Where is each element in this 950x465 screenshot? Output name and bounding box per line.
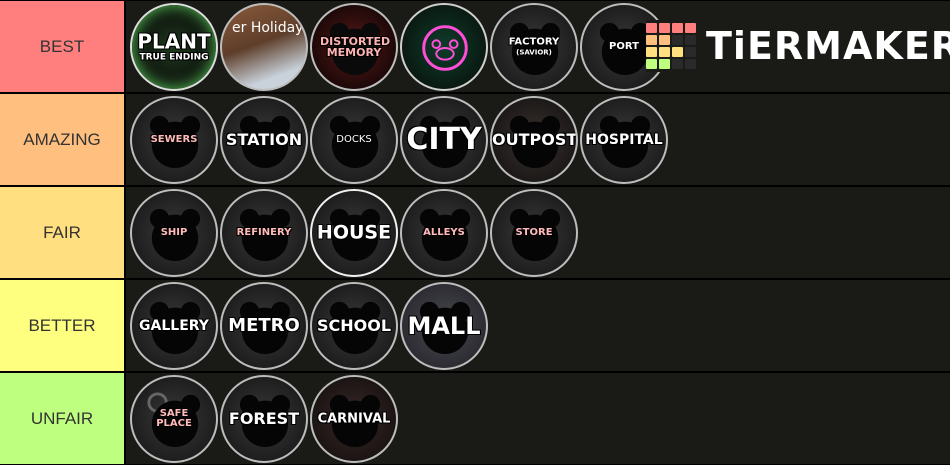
tile-safe-place-label: SAFE PLACE (156, 408, 192, 429)
tile-distorted-memory-label: DISTORTED MEMORY (320, 35, 391, 59)
tier-row-better: BETTER GALLERY METRO SCHOOL MALL (0, 280, 950, 371)
tile-carnival[interactable]: CARNIVAL (310, 375, 398, 463)
tier-row-fair: FAIR SHIP REFINERY HOUSE ALLEYS STORE (0, 187, 950, 278)
tile-sewers[interactable]: SEWERS (130, 96, 218, 184)
tile-school[interactable]: SCHOOL (310, 282, 398, 370)
tile-gallery-label: GALLERY (139, 318, 209, 334)
tile-outpost-label: OUTPOST (492, 130, 578, 149)
pig-neon-icon (422, 25, 468, 71)
tile-city[interactable]: CITY (400, 96, 488, 184)
tile-alleys[interactable]: ALLEYS (400, 189, 488, 277)
tier-items-unfair: SAFE PLACE FOREST CARNIVAL (126, 373, 950, 464)
tile-refinery-label: REFINERY (236, 227, 292, 238)
tile-holiday-label: er Holiday (232, 20, 304, 36)
tiermaker-brand: TiERMAKER (706, 24, 950, 68)
tile-factory-label: FACTORY (SAVIOR) (492, 36, 576, 57)
tier-label-unfair[interactable]: UNFAIR (0, 373, 126, 464)
tile-station[interactable]: STATION (220, 96, 308, 184)
tile-factory-sub: (SAVIOR) (516, 48, 552, 57)
tier-label-amazing[interactable]: AMAZING (0, 94, 126, 185)
tier-row-amazing: AMAZING SEWERS STATION DOCKS CITY OUTPOS… (0, 94, 950, 185)
tier-label-better[interactable]: BETTER (0, 280, 126, 371)
tiermaker-grid-icon (646, 23, 696, 69)
tile-hospital-label: HOSPITAL (585, 132, 663, 148)
tile-store[interactable]: STORE (490, 189, 578, 277)
tile-mall-label: MALL (407, 312, 481, 340)
tile-store-label: STORE (515, 227, 553, 238)
tile-factory-name: FACTORY (508, 36, 560, 48)
tier-items-amazing: SEWERS STATION DOCKS CITY OUTPOST HOSPIT… (126, 94, 950, 185)
tile-house[interactable]: HOUSE (310, 189, 398, 277)
tile-forest[interactable]: FOREST (220, 375, 308, 463)
tile-distorted-memory[interactable]: DISTORTED MEMORY (310, 3, 398, 91)
tile-alleys-label: ALLEYS (423, 227, 465, 238)
tile-metro-label: METRO (228, 315, 300, 336)
tile-city-label: CITY (406, 122, 482, 157)
tile-ship[interactable]: SHIP (130, 189, 218, 277)
tier-row-unfair: UNFAIR SAFE PLACE FOREST CARNIVAL (0, 373, 950, 464)
tile-docks[interactable]: DOCKS (310, 96, 398, 184)
tier-list: BEST PLANT TRUE ENDING er Holiday DISTOR… (0, 0, 950, 465)
tile-carnival-label: CARNIVAL (317, 411, 391, 427)
tile-mall[interactable]: MALL (400, 282, 488, 370)
tile-school-label: SCHOOL (316, 316, 392, 335)
tile-factory[interactable]: FACTORY (SAVIOR) (490, 3, 578, 91)
tile-forest-label: FOREST (228, 409, 300, 428)
tile-safe-place[interactable]: SAFE PLACE (130, 375, 218, 463)
tile-plant-label: PLANT TRUE ENDING (132, 32, 216, 63)
tile-house-label: HOUSE (316, 221, 392, 244)
tile-hospital[interactable]: HOSPITAL (580, 96, 668, 184)
tier-label-fair[interactable]: FAIR (0, 187, 126, 278)
tile-metro[interactable]: METRO (220, 282, 308, 370)
tile-plant-sub: TRUE ENDING (139, 52, 209, 63)
tile-plant[interactable]: PLANT TRUE ENDING (130, 3, 218, 91)
tier-label-best[interactable]: BEST (0, 1, 126, 92)
tile-refinery[interactable]: REFINERY (220, 189, 308, 277)
tile-pig-neon[interactable] (400, 3, 488, 91)
tile-docks-label: DOCKS (336, 134, 372, 145)
tile-ship-label: SHIP (160, 227, 188, 238)
tier-items-fair: SHIP REFINERY HOUSE ALLEYS STORE (126, 187, 950, 278)
tile-gallery[interactable]: GALLERY (130, 282, 218, 370)
tile-station-label: STATION (225, 130, 303, 149)
tile-holiday[interactable]: er Holiday (220, 3, 308, 91)
tiermaker-logo: TiERMAKER (646, 20, 950, 72)
tile-sewers-label: SEWERS (150, 134, 198, 145)
tile-plant-name: PLANT (137, 29, 211, 54)
tier-items-better: GALLERY METRO SCHOOL MALL (126, 280, 950, 371)
tile-outpost[interactable]: OUTPOST (490, 96, 578, 184)
